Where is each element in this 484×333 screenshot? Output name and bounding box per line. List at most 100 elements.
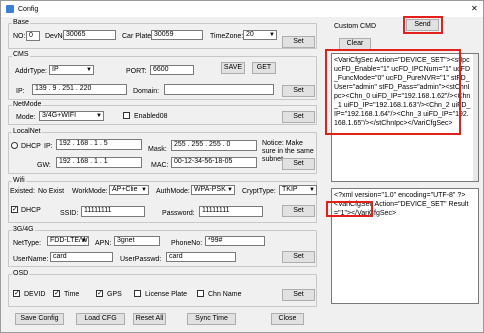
domain-field[interactable] xyxy=(164,84,274,95)
enabled08-checkbox[interactable] xyxy=(123,112,130,119)
license-plate-checkbox[interactable] xyxy=(134,290,141,297)
cms-set-button[interactable]: Set xyxy=(282,85,315,97)
workmode-label: WorkMode: xyxy=(72,188,108,195)
localnet-set-button[interactable]: Set xyxy=(282,158,315,170)
existed-label: Existed: xyxy=(10,188,35,195)
sync-time-button[interactable]: Sync Time xyxy=(187,313,236,325)
chevron-down-icon: ▼ xyxy=(86,67,92,73)
phoneno-field[interactable]: *99# xyxy=(205,236,265,246)
mode-value: 3/4G+WIFI xyxy=(42,112,77,119)
devid-checkbox[interactable]: ✓ xyxy=(13,290,20,297)
wifi-dhcp-checkbox[interactable]: ✓ xyxy=(11,206,18,213)
gps-label: GPS xyxy=(107,291,122,298)
ssid-label: SSID: xyxy=(60,210,79,217)
devno-field[interactable]: 30065 xyxy=(63,30,116,40)
cms-ip-field[interactable]: 139 . 9 . 251 . 220 xyxy=(32,84,127,95)
chn-name-label: Chn Name xyxy=(208,291,242,298)
nettype-select[interactable]: FDD-LTE/W ▼ xyxy=(47,236,89,246)
carplate-label: Car Plate: xyxy=(122,33,154,40)
addrtype-select[interactable]: IP ▼ xyxy=(49,65,94,75)
reset-all-button[interactable]: Reset All xyxy=(133,313,166,325)
window-title: Config xyxy=(18,6,39,13)
timezone-value: 20 xyxy=(246,31,254,38)
userpasswd-field[interactable]: card xyxy=(166,252,236,262)
userpasswd-label: UserPasswd: xyxy=(120,256,162,263)
wifi-group-title: Wifi xyxy=(12,177,26,185)
timezone-label: TimeZone: xyxy=(210,33,244,40)
apn-field[interactable]: 3gnet xyxy=(114,236,160,246)
crypttype-label: CryptType: xyxy=(242,188,276,195)
crypttype-select[interactable]: TKIP ▼ xyxy=(279,185,317,195)
netmode-set-button[interactable]: Set xyxy=(282,111,315,123)
load-cfg-button[interactable]: Load CFG xyxy=(76,313,125,325)
mask-label: Mask: xyxy=(148,146,167,153)
nettype-label: NetType: xyxy=(13,240,42,247)
localnet-ip-label: IP: xyxy=(44,143,53,150)
timezone-select[interactable]: 20 ▼ xyxy=(243,30,277,40)
enabled08-label: Enabled08 xyxy=(134,113,168,120)
cms-get-button[interactable]: GET xyxy=(252,62,276,74)
chevron-down-icon: ▼ xyxy=(141,187,147,193)
dhcp-radio[interactable] xyxy=(11,142,18,149)
mac-field[interactable]: 00-12-34-56-18-05 xyxy=(171,157,257,168)
config-window: Config ✕ Base NO: 0 DevNo: 30065 Car Pla… xyxy=(0,0,484,333)
cms-group-title: CMS xyxy=(12,51,30,59)
chevron-down-icon: ▼ xyxy=(227,187,233,193)
chevron-down-icon: ▼ xyxy=(269,32,275,38)
chevron-down-icon: ▼ xyxy=(309,187,315,193)
port-field[interactable]: 6600 xyxy=(150,65,194,75)
username-field[interactable]: card xyxy=(50,252,113,262)
app-icon xyxy=(6,5,14,13)
addrtype-label: AddrType: xyxy=(15,68,47,75)
gw-field[interactable]: 192 . 168 . 1 . 1 xyxy=(56,157,142,168)
domain-label: Domain: xyxy=(133,88,160,95)
port-label: PORT: xyxy=(126,68,147,75)
crypttype-value: TKIP xyxy=(282,186,298,193)
authmode-select[interactable]: WPA-PSK ▼ xyxy=(191,185,235,195)
base-set-button[interactable]: Set xyxy=(282,36,315,48)
custom-cmd-label: Custom CMD xyxy=(334,23,377,30)
addrtype-value: IP xyxy=(52,66,59,73)
cms-save-button[interactable]: SAVE xyxy=(221,62,245,74)
localnet-group-title: LocalNet xyxy=(12,128,42,136)
wifi-set-button[interactable]: Set xyxy=(282,205,315,217)
authmode-value: WPA-PSK xyxy=(194,186,226,193)
ssid-field[interactable]: 11111111 xyxy=(81,206,145,217)
workmode-select[interactable]: AP+Clie ▼ xyxy=(109,185,149,195)
g34-set-button[interactable]: Set xyxy=(282,251,315,263)
cms-ip-label: IP: xyxy=(16,88,25,95)
mode-select[interactable]: 3/4G+WIFI ▼ xyxy=(39,111,104,121)
netmode-group-title: NetMode xyxy=(12,101,43,109)
save-config-button[interactable]: Save Config xyxy=(15,313,64,325)
workmode-value: AP+Clie xyxy=(112,186,138,193)
time-checkbox[interactable]: ✓ xyxy=(53,290,60,297)
base-group-title: Base xyxy=(12,19,30,27)
time-label: Time xyxy=(64,291,80,298)
scrollbar[interactable] xyxy=(473,54,478,181)
gps-checkbox[interactable]: ✓ xyxy=(96,290,103,297)
chevron-down-icon: ▼ xyxy=(81,238,87,244)
password-field[interactable]: 11111111 xyxy=(199,206,263,217)
carplate-field[interactable]: 30059 xyxy=(151,30,203,40)
localnet-ip-field[interactable]: 192 . 168 . 1 . 5 xyxy=(56,139,142,150)
osd-set-button[interactable]: Set xyxy=(282,289,315,301)
gw-label: GW: xyxy=(37,162,51,169)
mask-field[interactable]: 255 . 255 . 255 . 0 xyxy=(171,140,257,151)
osd-group-title: OSD xyxy=(12,270,30,278)
license-plate-label: License Plate xyxy=(145,291,188,298)
username-label: UserName: xyxy=(13,256,49,263)
send-highlight xyxy=(403,16,443,34)
no-field[interactable]: 0 xyxy=(26,31,40,41)
close-icon[interactable]: ✕ xyxy=(471,4,478,13)
result-highlight xyxy=(326,201,373,217)
no-label: NO: xyxy=(13,33,26,40)
phoneno-label: PhoneNo: xyxy=(171,240,203,247)
chn-name-checkbox[interactable] xyxy=(197,290,204,297)
close-button[interactable]: Close xyxy=(271,313,304,325)
mode-label: Mode: xyxy=(16,114,36,121)
mac-label: MAC: xyxy=(151,162,169,169)
g34-group-title: 3G/4G xyxy=(12,226,35,234)
existed-value: No Exist xyxy=(38,188,65,195)
wifi-dhcp-label: DHCP xyxy=(21,207,41,214)
apn-label: APN: xyxy=(95,240,112,247)
